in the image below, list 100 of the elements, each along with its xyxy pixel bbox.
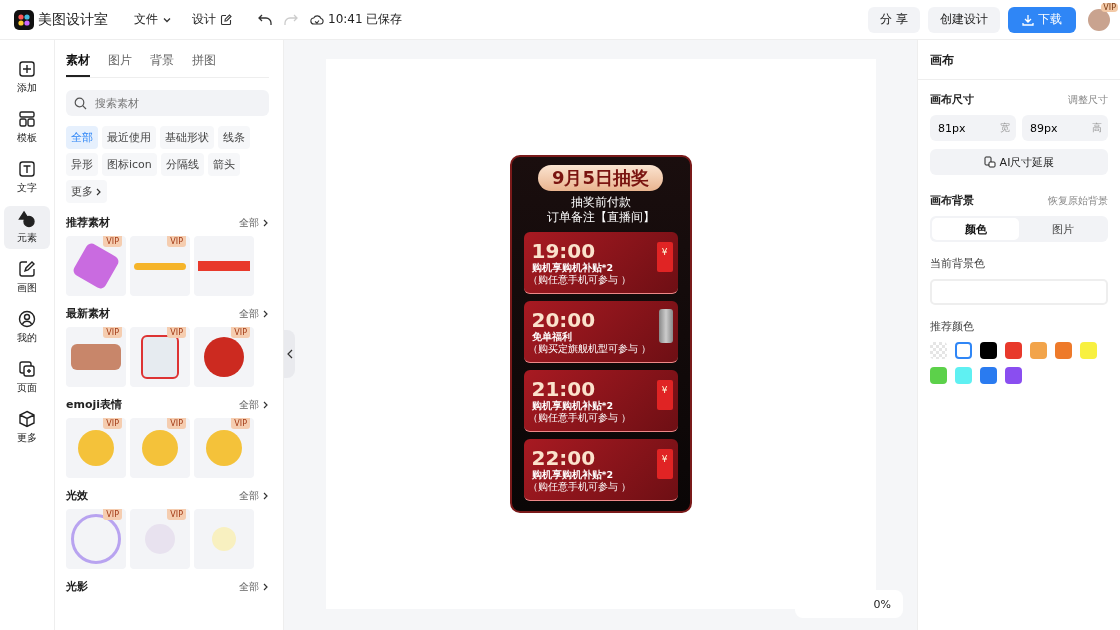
rail-icon bbox=[18, 210, 36, 228]
sticker-placeholder bbox=[134, 262, 186, 270]
vip-tag: VIP bbox=[103, 236, 122, 247]
rail-item[interactable]: 画图 bbox=[4, 256, 50, 299]
rail-item[interactable]: 页面 bbox=[4, 356, 50, 399]
rail-item[interactable]: 添加 bbox=[4, 56, 50, 99]
section-title: 推荐素材 bbox=[66, 215, 110, 230]
slot-title: 购机享购机补贴*2 bbox=[531, 261, 614, 274]
vip-badge: VIP bbox=[1101, 3, 1118, 12]
sticker-thumbnail[interactable]: VIP bbox=[130, 509, 190, 569]
filter-chip[interactable]: 线条 bbox=[218, 126, 250, 149]
search-input[interactable]: 搜索素材 bbox=[93, 95, 237, 111]
see-all-link[interactable]: 全部 bbox=[239, 488, 269, 503]
vip-tag: VIP bbox=[231, 418, 250, 429]
sticker-thumbnail[interactable]: VIP bbox=[130, 327, 190, 387]
sticker-thumbnail[interactable]: VIP bbox=[194, 327, 254, 387]
vip-tag: VIP bbox=[167, 509, 186, 520]
color-swatch[interactable] bbox=[955, 342, 972, 359]
filter-chip[interactable]: 异形 bbox=[66, 153, 98, 176]
rail-item[interactable]: 我的 bbox=[4, 306, 50, 349]
sticker-thumbnail[interactable]: VIP bbox=[194, 418, 254, 478]
filter-chip[interactable]: 基础形状 bbox=[160, 126, 214, 149]
sticker-placeholder bbox=[141, 335, 179, 379]
see-all-link[interactable]: 全部 bbox=[239, 397, 269, 412]
width-input[interactable]: 81px bbox=[936, 120, 990, 136]
see-all-link[interactable]: 全部 bbox=[239, 306, 269, 321]
zoom-level[interactable]: 0% bbox=[795, 590, 903, 618]
sticker-thumbnail[interactable] bbox=[194, 236, 254, 296]
color-swatch[interactable] bbox=[1005, 367, 1022, 384]
filter-chip[interactable]: 最近使用 bbox=[102, 126, 156, 149]
slot-note: （购任意手机可参与 ） bbox=[527, 273, 632, 286]
rail-item[interactable]: 模板 bbox=[4, 106, 50, 149]
chevron-left-icon bbox=[286, 349, 293, 359]
panel-tab[interactable]: 素材 bbox=[66, 48, 90, 77]
panel-tab[interactable]: 图片 bbox=[108, 48, 132, 77]
color-swatch[interactable] bbox=[955, 367, 972, 384]
filter-chip[interactable]: 更多 bbox=[66, 180, 107, 203]
resize-link[interactable]: 调整尺寸 bbox=[1068, 92, 1108, 107]
see-all-link[interactable]: 全部 bbox=[239, 215, 269, 230]
ai-resize-button[interactable]: AI尺寸延展 bbox=[930, 149, 1108, 175]
segment-tab[interactable]: 图片 bbox=[1019, 218, 1106, 240]
redo-icon[interactable] bbox=[284, 13, 298, 26]
panel-tab[interactable]: 背景 bbox=[150, 48, 174, 77]
field-label: 画布背景 bbox=[930, 193, 974, 208]
sticker-thumbnail[interactable]: VIP bbox=[66, 418, 126, 478]
rail-icon bbox=[18, 160, 36, 178]
toolbar-button[interactable]: 创建设计 bbox=[928, 6, 1000, 33]
rail-item[interactable]: 元素 bbox=[4, 206, 50, 249]
slot-time: 21:00 bbox=[531, 377, 597, 400]
color-swatch[interactable] bbox=[980, 367, 997, 384]
filter-chip[interactable]: 图标icon bbox=[102, 153, 157, 176]
slot-title: 免单福利 bbox=[531, 330, 573, 343]
sticker-thumbnail[interactable]: VIP bbox=[66, 236, 126, 296]
download-button[interactable]: 下载 bbox=[1008, 6, 1076, 33]
rail-item[interactable]: 文字 bbox=[4, 156, 50, 199]
color-swatch[interactable] bbox=[1055, 342, 1072, 359]
phone-icon bbox=[658, 308, 673, 343]
reset-background-link[interactable]: 恢复原始背景 bbox=[1048, 193, 1108, 208]
avatar[interactable] bbox=[1088, 8, 1110, 31]
filter-chip[interactable]: 分隔线 bbox=[160, 153, 204, 176]
rail-item[interactable]: 更多 bbox=[4, 406, 50, 449]
toolbar-button[interactable]: 分 享 bbox=[868, 6, 920, 33]
section-title: 光影 bbox=[66, 579, 88, 594]
sticker-thumbnail[interactable]: VIP bbox=[66, 327, 126, 387]
sticker-thumbnail[interactable]: VIP bbox=[66, 509, 126, 569]
see-all-link[interactable]: 全部 bbox=[239, 579, 269, 594]
collapse-handle[interactable] bbox=[284, 330, 295, 378]
segment-tab[interactable]: 颜色 bbox=[932, 218, 1019, 240]
slot-title: 购机享购机补贴*2 bbox=[531, 399, 614, 412]
panel-tab[interactable]: 拼图 bbox=[192, 48, 216, 77]
slot-note: （购买定旗舰机型可参与 ） bbox=[527, 342, 652, 355]
section-title: 光效 bbox=[66, 488, 88, 503]
menu-button[interactable]: 文件 bbox=[134, 11, 172, 28]
color-swatch[interactable] bbox=[1030, 342, 1047, 359]
undo-icon[interactable] bbox=[258, 13, 272, 26]
height-input[interactable]: 89px bbox=[1028, 120, 1082, 136]
search-field[interactable]: 搜索素材 bbox=[66, 90, 269, 116]
color-swatch[interactable] bbox=[1005, 342, 1022, 359]
height-field[interactable]: 89px 高 bbox=[1022, 115, 1108, 141]
section-title: emoji表情 bbox=[66, 397, 123, 412]
color-swatch[interactable] bbox=[1080, 342, 1097, 359]
vip-tag: VIP bbox=[103, 327, 122, 338]
color-swatch[interactable] bbox=[980, 342, 997, 359]
sticker-thumbnail[interactable]: VIP bbox=[130, 418, 190, 478]
vip-tag: VIP bbox=[167, 236, 186, 247]
transparent-swatch[interactable] bbox=[930, 342, 947, 359]
chevron-right-icon bbox=[95, 186, 102, 197]
filter-chip[interactable]: 箭头 bbox=[207, 153, 240, 176]
chevron-right-icon bbox=[262, 217, 269, 228]
sticker-thumbnail[interactable] bbox=[194, 509, 254, 569]
sticker-thumbnail[interactable]: VIP bbox=[130, 236, 190, 296]
menu-button[interactable]: 设计 bbox=[192, 11, 232, 28]
poster-card[interactable]: 9月5日抽奖 抽奖前付款 订单备注【直播间】 19:00 购机享购机补贴*2 ¥ （购任意手机可参与 ） 20:00 免单福利 （购买定旗舰机型可参与 ） 21:00 购机享购机补贴*2 ¥ （购任意手机可参与 ） 22:00 购机享购机补贴*2 ¥ （购任意手机可参与 ） bbox=[509, 155, 692, 513]
app-name: 美图设计室 bbox=[38, 10, 108, 29]
width-field[interactable]: 81px 宽 bbox=[930, 115, 1016, 141]
vip-tag: VIP bbox=[167, 418, 186, 429]
color-swatch[interactable] bbox=[930, 367, 947, 384]
vip-tag: VIP bbox=[167, 327, 186, 338]
sticker-placeholder bbox=[78, 430, 114, 466]
vip-tag: VIP bbox=[103, 418, 122, 429]
